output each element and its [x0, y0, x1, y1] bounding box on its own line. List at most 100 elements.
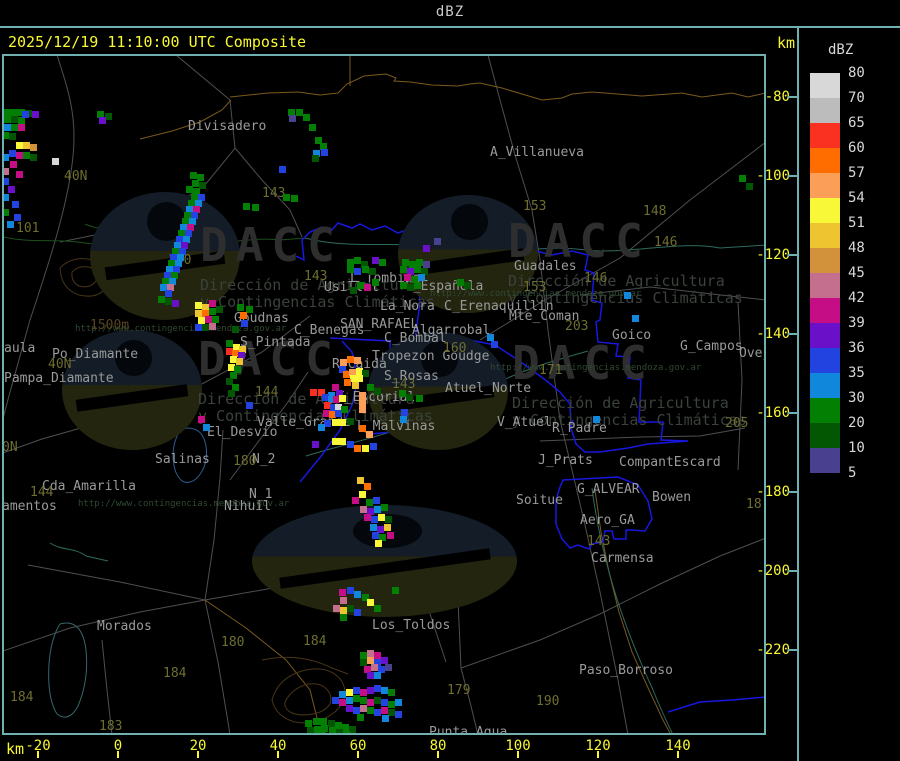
bottom-axis-tick: [517, 751, 519, 758]
radar-cell: [319, 732, 326, 735]
radar-cell: [360, 652, 367, 659]
radar-cell: [347, 266, 354, 273]
legend-value: 30: [848, 391, 865, 405]
right-axis-tick-label: -100: [752, 169, 790, 183]
radar-cell: [353, 707, 360, 714]
radar-cell: [226, 340, 233, 347]
radar-cell: [366, 431, 373, 438]
radar-cell: [296, 109, 303, 116]
legend-value: 5: [848, 466, 856, 480]
radar-cell: [414, 266, 421, 273]
radar-cell: [339, 438, 346, 445]
legend-swatch: [810, 273, 840, 298]
radar-cell: [354, 268, 361, 275]
radar-cell: [313, 718, 320, 725]
radar-cell: [362, 370, 369, 377]
radar-cell: [165, 290, 172, 297]
radar-cell: [381, 707, 388, 714]
radar-cell: [99, 117, 106, 124]
radar-cell: [354, 591, 361, 598]
radar-cell: [359, 425, 366, 432]
radar-cell: [279, 166, 286, 173]
legend-divider: [797, 28, 799, 761]
radar-cell: [371, 664, 378, 671]
radar-cell: [367, 672, 374, 679]
radar-cell: [388, 701, 395, 708]
legend-value: 20: [848, 416, 865, 430]
bottom-axis-tick: [277, 751, 279, 758]
radar-cell: [333, 605, 340, 612]
radar-cell: [374, 605, 381, 612]
radar-cell: [739, 175, 746, 182]
radar-cell: [414, 282, 421, 289]
title-bar: dBZ: [0, 0, 900, 26]
radar-cell: [209, 300, 216, 307]
radar-cell: [357, 282, 364, 289]
radar-cell: [384, 524, 391, 531]
right-axis-tick: [788, 570, 797, 572]
radar-cell: [359, 406, 366, 413]
radar-cell: [395, 699, 402, 706]
radar-cell: [359, 392, 366, 399]
radar-cell: [203, 424, 210, 431]
radar-cell: [381, 699, 388, 706]
radar-cell: [374, 697, 381, 704]
bottom-axis-tick: [677, 751, 679, 758]
right-axis-tick-label: -160: [752, 406, 790, 420]
radar-cell: [372, 257, 379, 264]
radar-cell: [240, 312, 247, 319]
radar-cell: [354, 357, 361, 364]
right-axis-tick: [788, 412, 797, 414]
radar-cell: [4, 124, 11, 131]
legend-value: 35: [848, 366, 865, 380]
right-axis-tick-label: -140: [752, 327, 790, 341]
right-axis-tick-label: -80: [752, 90, 790, 104]
right-axis-tick: [788, 175, 797, 177]
radar-cell: [2, 154, 9, 161]
radar-cell: [9, 133, 16, 140]
radar-cell: [216, 306, 223, 313]
radar-cell: [305, 734, 312, 735]
radar-cell: [339, 699, 346, 706]
radar-cell: [423, 245, 430, 252]
radar-cell: [158, 296, 165, 303]
radar-cell: [186, 186, 193, 193]
bottom-axis-tick: [197, 751, 199, 758]
radar-cell: [340, 614, 347, 621]
legend-value: 48: [848, 241, 865, 255]
bottom-axis-tick: [117, 751, 119, 758]
radar-cell: [12, 201, 19, 208]
legend-swatch: [810, 148, 840, 173]
radar-cell: [375, 540, 382, 547]
right-axis-tick-label: -200: [752, 564, 790, 578]
radar-cell: [385, 664, 392, 671]
radar-cell: [328, 720, 335, 727]
radar-cell: [246, 402, 253, 409]
radar-cell: [388, 689, 395, 696]
radar-cell: [321, 149, 328, 156]
radar-cell: [23, 152, 30, 159]
radar-cell: [246, 306, 253, 313]
radar-cell: [364, 483, 371, 490]
radar-cell: [209, 308, 216, 315]
radar-cell: [352, 497, 359, 504]
radar-cell: [385, 516, 392, 523]
radar-cell: [205, 316, 212, 323]
radar-cell: [22, 111, 29, 118]
legend-swatch: [810, 173, 840, 198]
legend-swatch: [810, 348, 840, 373]
radar-cell: [324, 420, 331, 427]
right-axis-tick-label: -180: [752, 485, 790, 499]
radar-cell: [326, 734, 333, 735]
radar-cell: [362, 445, 369, 452]
radar-cell: [18, 124, 25, 131]
radar-cell: [336, 729, 343, 735]
radar-cell: [32, 111, 39, 118]
radar-cell: [382, 715, 389, 722]
radar-cell: [357, 714, 364, 721]
bottom-axis-tick: [437, 751, 439, 758]
radar-cell: [400, 416, 407, 423]
legend-swatch: [810, 123, 840, 148]
legend-value: 80: [848, 66, 865, 80]
radar-cell: [192, 180, 199, 187]
